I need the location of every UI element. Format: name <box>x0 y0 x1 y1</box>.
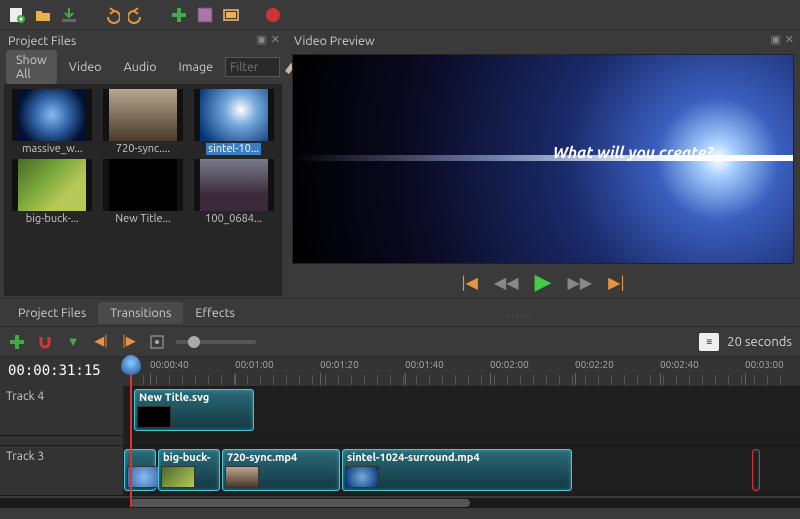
panel-title: Video Preview <box>294 34 375 48</box>
clip-label: New Title.svg <box>139 392 209 404</box>
close-panel-icon[interactable]: ✕ <box>271 33 280 46</box>
lower-tabs: Project Files Transitions Effects ...... <box>0 298 800 326</box>
ruler-tick: 00:03:00 <box>745 359 784 370</box>
video-preview-panel: Video Preview ▣ ✕ What will you create? |… <box>286 30 800 298</box>
media-filter-row: Show All Video Audio Image <box>0 52 286 82</box>
new-project-icon[interactable] <box>8 6 26 24</box>
fullscreen-icon[interactable] <box>222 6 240 24</box>
media-item[interactable]: big-buck-... <box>9 159 96 225</box>
media-grid[interactable]: massive_w... 720-sync.... sintel-10... big-… <box>4 84 282 296</box>
open-project-icon[interactable] <box>34 6 52 24</box>
ruler-tick: 00:00:40 <box>150 359 189 370</box>
jump-start-icon[interactable]: |◀ <box>461 273 478 292</box>
media-item[interactable]: New Title... <box>100 159 187 225</box>
fast-forward-icon[interactable]: ▶▶ <box>567 273 592 292</box>
filter-input[interactable] <box>225 57 280 77</box>
track-header[interactable]: Track 3 <box>0 446 124 495</box>
ruler-tick: 00:01:00 <box>235 359 274 370</box>
track-body[interactable]: m big-buck- 720-sync.mp4 sintel-1024-surrou… <box>124 446 800 495</box>
ruler-tick: 00:01:40 <box>405 359 444 370</box>
media-item[interactable]: 100_0684... <box>190 159 277 225</box>
timeline-ruler[interactable]: 00:00:31:15 00:00:40 00:01:00 00:01:20 00:0… <box>0 356 800 386</box>
timeline-clip[interactable]: New Title.svg <box>134 389 254 431</box>
timeline-clip[interactable] <box>752 449 760 491</box>
prev-marker-icon[interactable]: ◀| <box>92 333 110 351</box>
filter-show-all[interactable]: Show All <box>6 50 57 84</box>
media-label: massive_w... <box>22 143 83 155</box>
panel-title: Project Files <box>8 34 76 48</box>
profile-icon[interactable] <box>196 6 214 24</box>
track-row: Track 3m big-buck- 720-sync.mp4 sintel-1024… <box>0 446 800 496</box>
media-label: sintel-10... <box>206 143 261 155</box>
panel-separator[interactable]: ...... <box>247 307 794 318</box>
timeline-clip[interactable]: big-buck- <box>158 449 220 491</box>
timeline-clip[interactable]: sintel-1024-surround.mp4 <box>342 449 572 491</box>
preview-viewport[interactable]: What will you create? <box>292 54 794 264</box>
save-project-icon[interactable] <box>60 6 78 24</box>
media-label: big-buck-... <box>26 213 79 225</box>
project-files-header: Project Files ▣ ✕ <box>0 30 286 52</box>
ruler-tick: 00:02:20 <box>575 359 614 370</box>
center-playhead-icon[interactable] <box>148 333 166 351</box>
preview-overlay-text: What will you create? <box>553 144 713 162</box>
snapping-icon[interactable] <box>36 333 54 351</box>
add-marker-icon[interactable]: ▼ <box>64 333 82 351</box>
timecode-display: 00:00:31:15 <box>8 363 101 379</box>
tab-transitions[interactable]: Transitions <box>98 302 183 324</box>
rewind-icon[interactable]: ◀◀ <box>494 273 519 292</box>
timeline-tracks: Track 4 New Title.svg Track 3m big-buck- 720… <box>0 386 800 496</box>
playback-controls: |◀ ◀◀ ▶ ▶▶ ▶| <box>286 266 800 298</box>
filter-video[interactable]: Video <box>59 57 112 77</box>
play-icon[interactable]: ▶ <box>535 269 552 295</box>
ruler-tick: 00:01:20 <box>320 359 359 370</box>
track-body[interactable]: New Title.svg <box>124 386 800 435</box>
media-item[interactable]: 720-sync.... <box>100 89 187 155</box>
add-track-icon[interactable] <box>8 333 26 351</box>
redo-icon[interactable] <box>128 6 146 24</box>
timeline-clip[interactable]: m <box>124 449 156 491</box>
detach-icon[interactable]: ▣ <box>770 33 780 46</box>
timeline-tools: ▼ ◀| |▶ ≡ 20 seconds <box>0 326 800 356</box>
ruler-tick: 00:02:00 <box>490 359 529 370</box>
close-panel-icon[interactable]: ✕ <box>785 33 794 46</box>
ruler-tick: 00:02:40 <box>660 359 699 370</box>
zoom-display-icon[interactable]: ≡ <box>699 333 719 351</box>
import-files-icon[interactable] <box>170 6 188 24</box>
media-label: New Title... <box>115 213 170 225</box>
export-icon[interactable] <box>264 6 282 24</box>
project-files-panel: Project Files ▣ ✕ Show All Video Audio Im… <box>0 30 286 298</box>
media-label: 100_0684... <box>205 213 262 225</box>
media-item[interactable]: massive_w... <box>9 89 96 155</box>
zoom-label: 20 seconds <box>727 335 792 349</box>
tab-project-files[interactable]: Project Files <box>6 302 98 324</box>
detach-icon[interactable]: ▣ <box>256 33 266 46</box>
track-row: Track 4 New Title.svg <box>0 386 800 436</box>
tab-effects[interactable]: Effects <box>183 302 247 324</box>
playhead[interactable] <box>130 357 132 507</box>
filter-audio[interactable]: Audio <box>114 57 167 77</box>
clip-label: sintel-1024-surround.mp4 <box>347 452 480 464</box>
next-marker-icon[interactable]: |▶ <box>120 333 138 351</box>
clip-label: big-buck- <box>163 452 211 464</box>
track-header[interactable]: Track 4 <box>0 386 124 435</box>
clip-label: 720-sync.mp4 <box>227 452 297 464</box>
filter-image[interactable]: Image <box>169 57 224 77</box>
video-preview-header: Video Preview ▣ ✕ <box>286 30 800 52</box>
timeline-clip[interactable]: 720-sync.mp4 <box>222 449 340 491</box>
media-label: 720-sync.... <box>116 143 170 155</box>
jump-end-icon[interactable]: ▶| <box>608 273 625 292</box>
zoom-slider[interactable] <box>176 340 256 344</box>
main-toolbar <box>0 0 800 30</box>
media-item[interactable]: sintel-10... <box>190 89 277 155</box>
timeline-scrollbar[interactable] <box>0 498 800 508</box>
undo-icon[interactable] <box>102 6 120 24</box>
